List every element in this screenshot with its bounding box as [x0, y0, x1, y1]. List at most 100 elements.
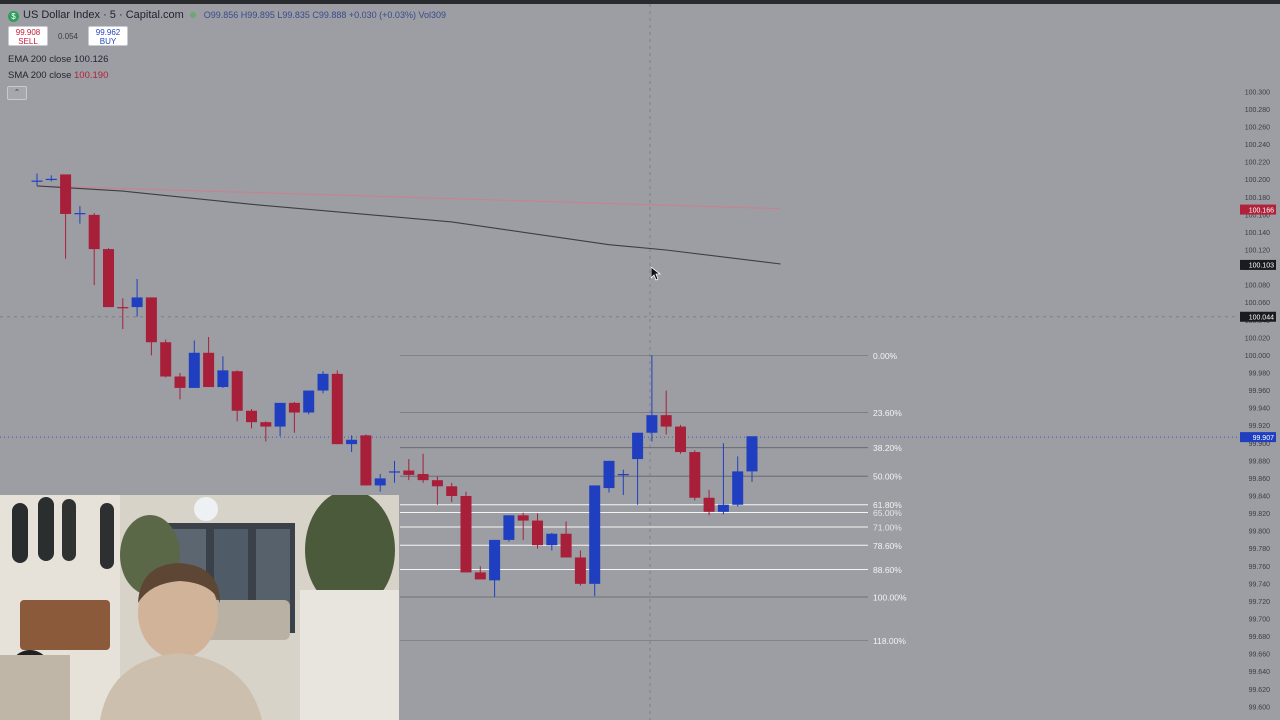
candle-body — [546, 533, 558, 546]
candle — [160, 339, 172, 378]
candle-body — [417, 474, 429, 481]
price-axis-label: 99.760 — [1249, 564, 1271, 571]
price-axis-label: 99.960 — [1249, 388, 1271, 395]
sma-indicator-legend[interactable]: SMA 200 close 100.190 — [8, 70, 108, 81]
trade-panel: 99.908 SELL 0.054 99.962 BUY — [8, 26, 128, 46]
fib-level-label: 23.60% — [873, 408, 902, 418]
candle — [489, 539, 501, 598]
price-axis-label: 100.000 — [1245, 353, 1270, 360]
price-tag-label: 100.166 — [1249, 207, 1274, 214]
candle-body — [460, 495, 472, 573]
price-axis-label: 100.200 — [1245, 177, 1270, 184]
candle-body — [174, 376, 186, 388]
price-axis-label: 99.620 — [1249, 687, 1271, 694]
candle — [88, 213, 100, 286]
price-tag-label: 100.103 — [1249, 263, 1274, 270]
candle — [617, 469, 629, 496]
candle-body — [117, 307, 129, 309]
price-axis-label: 99.820 — [1249, 511, 1271, 518]
price-axis-label: 99.880 — [1249, 458, 1271, 465]
candle — [389, 460, 400, 483]
candle — [417, 453, 429, 483]
price-axis-label: 99.940 — [1249, 406, 1271, 413]
candle-body — [389, 471, 400, 473]
candle-body — [331, 373, 343, 445]
price-axis-label: 100.280 — [1245, 107, 1270, 114]
candle-body — [346, 439, 358, 445]
symbol-title[interactable]: US Dollar Index · 5 · Capital.com — [23, 9, 184, 21]
candle — [31, 173, 43, 186]
collapse-legend-button[interactable]: ⌃ — [7, 86, 27, 100]
candle — [74, 206, 86, 224]
candle — [574, 550, 586, 586]
price-axis-label: 100.120 — [1245, 247, 1270, 254]
candle — [60, 174, 72, 259]
price-tag: 100.103 — [1240, 259, 1276, 270]
candle — [260, 421, 272, 442]
price-axis-label: 99.920 — [1249, 423, 1271, 430]
candle — [503, 515, 515, 542]
candle-body — [374, 478, 386, 486]
fib-level-label: 88.60% — [873, 565, 902, 575]
candle-body — [532, 520, 543, 546]
fib-level-label: 38.20% — [873, 443, 902, 453]
candle-body — [131, 297, 143, 308]
moving-averages — [36, 185, 781, 265]
fib-level-label: 0.00% — [873, 351, 898, 361]
candle — [360, 434, 372, 486]
candle-body — [274, 402, 286, 427]
price-axis-label: 100.180 — [1245, 195, 1270, 202]
candle-body — [431, 480, 443, 487]
fib-level-label: 100.00% — [873, 593, 907, 603]
candle — [145, 297, 157, 356]
candle-body — [31, 180, 43, 182]
candle-body — [231, 371, 243, 411]
fib-level-label: 78.60% — [873, 541, 902, 551]
candle — [746, 436, 758, 482]
price-axis-label: 100.020 — [1245, 335, 1270, 342]
candle-body — [517, 515, 529, 521]
candle-body — [303, 390, 315, 413]
ohlc-values: O99.856 H99.895 L99.835 C99.888 +0.030 (… — [203, 10, 446, 20]
candle-body — [560, 533, 572, 558]
candle — [303, 390, 315, 415]
sma-value: 100.190 — [74, 70, 109, 81]
candle-body — [317, 373, 329, 391]
candle-body — [88, 214, 100, 250]
candle-body — [74, 213, 86, 215]
candle — [675, 424, 686, 454]
candle — [717, 443, 729, 515]
candle-body — [160, 342, 172, 377]
price-axis-label: 100.060 — [1245, 300, 1270, 307]
sell-button[interactable]: 99.908 SELL — [8, 26, 48, 46]
mouse-cursor-icon — [651, 267, 661, 281]
candle-body — [660, 415, 672, 427]
candle — [217, 356, 229, 388]
buy-button[interactable]: 99.962 BUY — [88, 26, 128, 46]
candle-body — [603, 460, 615, 489]
price-axis-label: 99.600 — [1249, 704, 1271, 711]
candle-body — [203, 352, 215, 388]
candle-body — [217, 370, 229, 388]
candle-body — [474, 572, 486, 580]
candle — [589, 485, 601, 597]
candle-body — [246, 410, 257, 423]
candle — [103, 248, 114, 308]
candle — [231, 370, 243, 422]
price-axis: 100.300 100.280 100.260 100.240 100.220 100.2… — [1245, 89, 1270, 711]
candle-body — [703, 497, 715, 512]
candle — [689, 450, 701, 501]
candle-body — [260, 422, 272, 427]
candle-body — [403, 470, 415, 475]
candle-body — [360, 435, 372, 486]
price-axis-label: 100.220 — [1245, 160, 1270, 167]
fib-level-label: 65.00% — [873, 508, 902, 518]
price-axis-label: 99.660 — [1249, 652, 1271, 659]
price-tag: 99.907 — [1240, 432, 1276, 443]
candle — [174, 372, 186, 400]
candle — [131, 278, 143, 317]
candle — [117, 298, 129, 330]
ema-indicator-legend[interactable]: EMA 200 close 100.126 — [8, 54, 108, 65]
candle — [446, 482, 458, 503]
price-axis-label: 99.860 — [1249, 476, 1271, 483]
